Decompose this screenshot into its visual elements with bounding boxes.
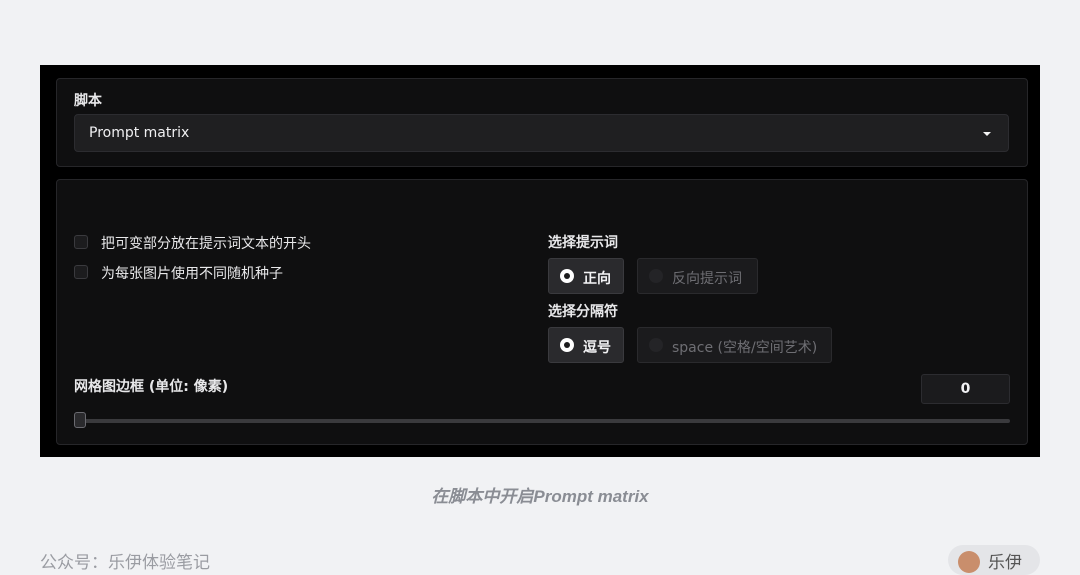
- script-panel: 脚本 Prompt matrix: [56, 78, 1028, 167]
- author-name: 乐伊: [988, 553, 1022, 573]
- radio-label: 正向: [583, 271, 611, 287]
- script-dropdown[interactable]: Prompt matrix: [74, 114, 1009, 152]
- grid-margin-slider-track[interactable]: [74, 419, 1010, 423]
- checkbox-label: 为每张图片使用不同随机种子: [101, 266, 283, 282]
- radio-unselected-icon: [649, 338, 663, 352]
- webui-screenshot: 脚本 Prompt matrix 把可变部分放在提示词文本的开头 为每张图片使用…: [40, 65, 1040, 457]
- radio-negative[interactable]: 反向提示词: [637, 258, 758, 294]
- chevron-down-icon: [983, 132, 991, 136]
- checkbox-icon[interactable]: [74, 235, 88, 249]
- radio-selected-icon: [560, 338, 574, 352]
- radio-selected-icon: [560, 269, 574, 283]
- checkbox-label: 把可变部分放在提示词文本的开头: [101, 236, 311, 252]
- grid-margin-slider-handle[interactable]: [74, 412, 86, 428]
- radio-label: 逗号: [583, 340, 611, 356]
- radio-comma[interactable]: 逗号: [548, 327, 624, 363]
- script-label: 脚本: [74, 93, 102, 109]
- author-badge[interactable]: 乐伊: [948, 545, 1040, 575]
- radio-space[interactable]: space (空格/空间艺术): [637, 327, 832, 363]
- radio-label: 反向提示词: [672, 271, 742, 287]
- prompt-select-label: 选择提示词: [548, 235, 618, 251]
- image-caption: 在脚本中开启Prompt matrix: [431, 487, 649, 506]
- grid-margin-number-input[interactable]: 0: [921, 374, 1010, 404]
- radio-unselected-icon: [649, 269, 663, 283]
- delimiter-select-label: 选择分隔符: [548, 304, 618, 320]
- script-selected-value: Prompt matrix: [89, 125, 190, 141]
- radio-label: space (空格/空间艺术): [672, 340, 818, 356]
- footer-account-name: 公众号：乐伊体验笔记: [40, 553, 210, 573]
- avatar: [958, 551, 980, 573]
- prompt-matrix-options-panel: 把可变部分放在提示词文本的开头 为每张图片使用不同随机种子 选择提示词 正向 反…: [56, 179, 1028, 445]
- grid-margin-label: 网格图边框 (单位: 像素): [74, 379, 229, 395]
- radio-positive[interactable]: 正向: [548, 258, 624, 294]
- checkbox-icon[interactable]: [74, 265, 88, 279]
